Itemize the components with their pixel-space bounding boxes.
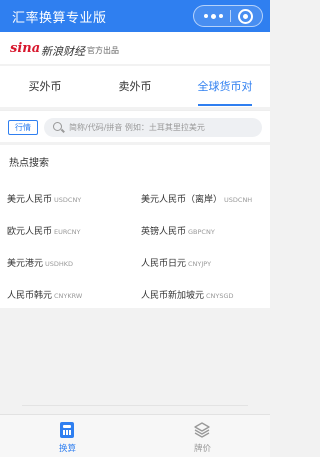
tab-sell-foreign[interactable]: 卖外币 [90, 66, 180, 107]
hot-pair-usdcny[interactable]: 美元人民币 USDCNY [7, 192, 81, 205]
title-bar: 汇率换算专业版 [0, 0, 270, 32]
pair-name: 欧元人民币 [7, 227, 53, 237]
search-input[interactable]: 简称/代码/拼音 例如：土耳其里拉美元 [44, 118, 262, 137]
layers-icon [194, 422, 210, 438]
pair-code: CNYJPY [188, 260, 212, 268]
search-row: 行情 简称/代码/拼音 例如：土耳其里拉美元 [0, 110, 270, 142]
close-target-icon[interactable] [238, 9, 253, 24]
sina-logo: sina [10, 41, 41, 56]
pair-code: USDCNY [54, 196, 82, 204]
tab-quotes-label: 牌价 [193, 444, 211, 454]
hot-search-panel: 热点搜索 美元人民币 USDCNY 美元人民币（离岸） USDCNH 欧元人民币 EU… [0, 145, 270, 308]
tab-label: 全球货币对 [197, 80, 253, 93]
pair-code: GBPCNY [188, 228, 215, 236]
app-title: 汇率换算专业版 [12, 11, 107, 26]
market-chip[interactable]: 行情 [8, 120, 38, 135]
tab-buy-foreign[interactable]: 买外币 [0, 66, 90, 107]
pair-name: 人民币韩元 [7, 291, 53, 301]
hot-pair-cnyjpy[interactable]: 人民币日元 CNYJPY [141, 256, 211, 269]
tab-global-pairs[interactable]: 全球货币对 [180, 66, 270, 107]
tab-bar-top: 买外币 卖外币 全球货币对 [0, 66, 270, 107]
calculator-icon [60, 422, 74, 438]
hot-pair-usdhkd[interactable]: 美元港元 USDHKD [7, 256, 73, 269]
tab-label: 买外币 [28, 80, 62, 93]
pair-name: 美元人民币（离岸） [141, 195, 223, 205]
pair-name: 美元人民币 [7, 195, 53, 205]
tab-convert-label: 换算 [58, 444, 76, 454]
miniapp-capsule[interactable] [193, 5, 263, 27]
active-tab-indicator [198, 104, 252, 106]
tab-convert[interactable]: 换算 [0, 415, 135, 457]
brand-bar: sina 新浪财经 官方出品 [0, 32, 270, 64]
hot-pair-cnykrw[interactable]: 人民币韩元 CNYKRW [7, 288, 82, 301]
content-divider [22, 405, 248, 406]
pair-code: CNYSGD [206, 292, 234, 300]
pair-name: 美元港元 [7, 259, 44, 269]
more-icon[interactable] [204, 12, 224, 21]
hot-pair-gbpcny[interactable]: 英镑人民币 GBPCNY [141, 224, 215, 237]
search-icon [53, 122, 62, 131]
pair-code: EURCNY [54, 228, 81, 236]
tab-label: 卖外币 [118, 80, 152, 93]
capsule-divider [230, 10, 231, 22]
bottom-tab-bar: 换算 牌价 [0, 414, 270, 457]
official-label: 官方出品 [87, 46, 119, 55]
tab-quotes[interactable]: 牌价 [135, 415, 270, 457]
search-placeholder: 简称/代码/拼音 例如：土耳其里拉美元 [69, 123, 205, 132]
hot-pair-cnysgd[interactable]: 人民币新加坡元 CNYSGD [141, 288, 234, 301]
pair-name: 英镑人民币 [141, 227, 187, 237]
pair-name: 人民币新加坡元 [141, 291, 205, 301]
hot-pair-eurcny[interactable]: 欧元人民币 EURCNY [7, 224, 80, 237]
pair-code: USDCNH [224, 196, 253, 204]
sina-finance-logo-text: 新浪财经 [41, 45, 85, 58]
pair-code: USDHKD [45, 260, 74, 268]
pair-name: 人民币日元 [141, 259, 187, 269]
hot-pair-usdcnh[interactable]: 美元人民币（离岸） USDCNH [141, 192, 252, 205]
hot-search-title: 热点搜索 [9, 158, 49, 169]
pair-code: CNYKRW [54, 292, 83, 300]
